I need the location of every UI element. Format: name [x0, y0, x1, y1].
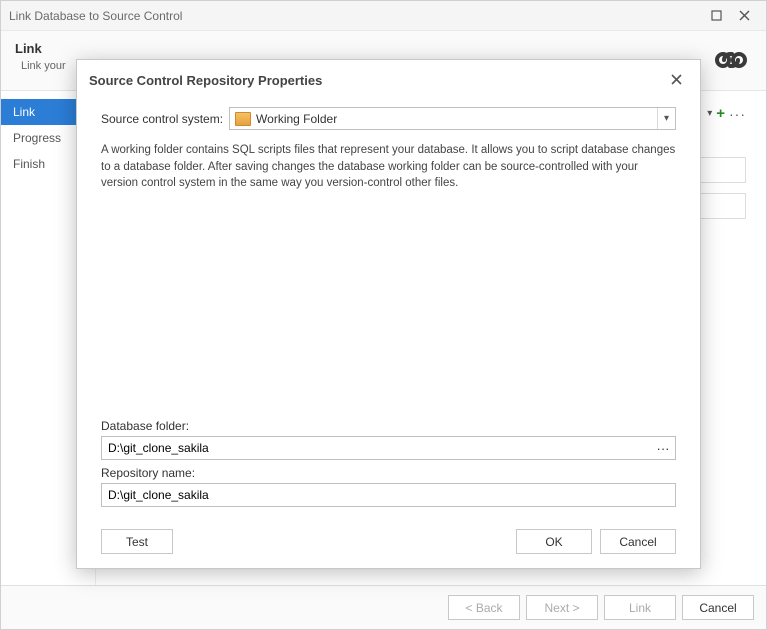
modal-title: Source Control Repository Properties: [89, 73, 322, 88]
scs-combobox[interactable]: Working Folder ▾: [229, 107, 676, 130]
scs-description: A working folder contains SQL scripts fi…: [101, 142, 676, 192]
modal-body: Source control system: Working Folder ▾ …: [77, 101, 700, 519]
repo-name-field-wrap: [101, 483, 676, 507]
modal-close-button[interactable]: [665, 70, 688, 91]
modal-header: Source Control Repository Properties: [77, 60, 700, 101]
test-button[interactable]: Test: [101, 529, 173, 554]
scs-label: Source control system:: [101, 112, 223, 126]
chevron-down-icon[interactable]: ▾: [657, 108, 675, 129]
repo-name-label: Repository name:: [101, 466, 676, 480]
modal-backdrop: Source Control Repository Properties Sou…: [1, 1, 766, 629]
modal-footer: Test OK Cancel: [77, 519, 700, 568]
repository-properties-dialog: Source Control Repository Properties Sou…: [76, 59, 701, 569]
modal-cancel-button[interactable]: Cancel: [600, 529, 676, 554]
db-folder-field-wrap: ···: [101, 436, 676, 460]
db-folder-input[interactable]: [102, 437, 651, 459]
folder-icon: [235, 112, 251, 126]
browse-button[interactable]: ···: [651, 441, 675, 456]
scs-value: Working Folder: [256, 112, 657, 126]
db-folder-label: Database folder:: [101, 419, 676, 433]
ok-button[interactable]: OK: [516, 529, 592, 554]
repo-name-input[interactable]: [102, 484, 675, 506]
